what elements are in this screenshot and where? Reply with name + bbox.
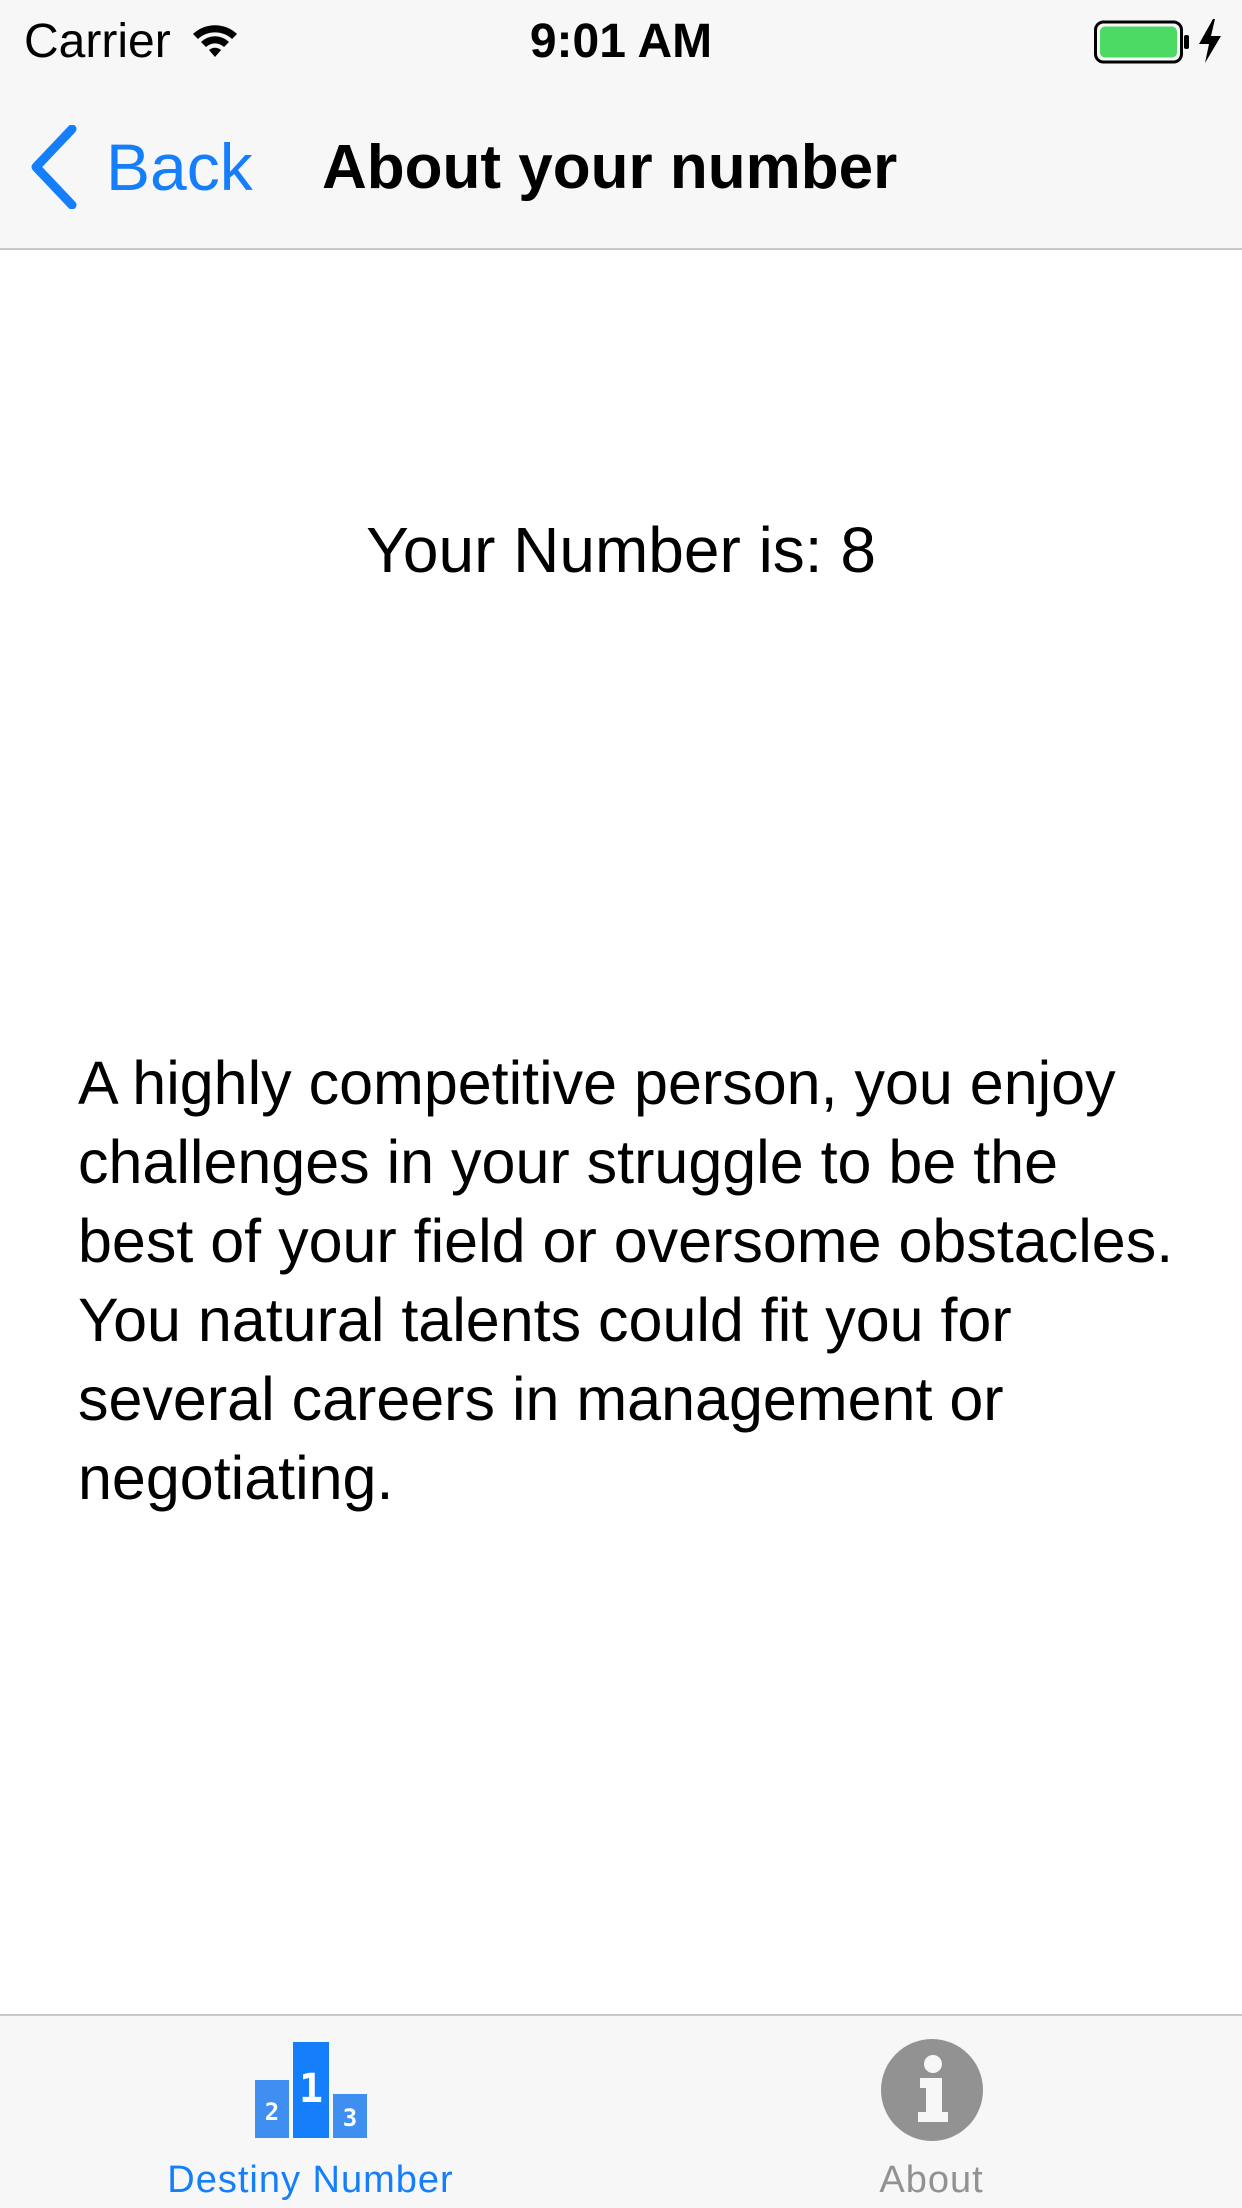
back-button[interactable]: Back xyxy=(28,122,253,212)
page-title: About your number xyxy=(322,133,898,202)
status-bar: Carrier 9:01 AM xyxy=(0,0,1242,84)
number-description: A highly competitive person, you enjoy c… xyxy=(78,1049,1174,1512)
chevron-left-icon xyxy=(31,125,77,209)
tab-bar: 2 1 3 Destiny Number About xyxy=(0,2014,1242,2208)
svg-text:2: 2 xyxy=(264,2098,278,2126)
number-result-label: Your Number is: 8 xyxy=(366,514,876,586)
tab-destiny-number-label: Destiny Number xyxy=(167,2159,454,2201)
info-icon xyxy=(880,2039,983,2141)
battery-icon xyxy=(1094,20,1189,64)
svg-text:1: 1 xyxy=(298,2066,322,2112)
charging-icon xyxy=(1199,19,1221,63)
svg-text:3: 3 xyxy=(342,2104,356,2132)
podium-icon: 2 1 3 xyxy=(254,2042,367,2138)
tab-destiny-number[interactable]: 2 1 3 Destiny Number xyxy=(0,2016,621,2208)
navigation-bar: Back About your number xyxy=(0,84,1242,250)
tab-about-label: About xyxy=(879,2159,984,2201)
status-time: 9:01 AM xyxy=(529,15,713,68)
tab-about[interactable]: About xyxy=(621,2016,1242,2208)
back-button-label: Back xyxy=(106,130,253,204)
